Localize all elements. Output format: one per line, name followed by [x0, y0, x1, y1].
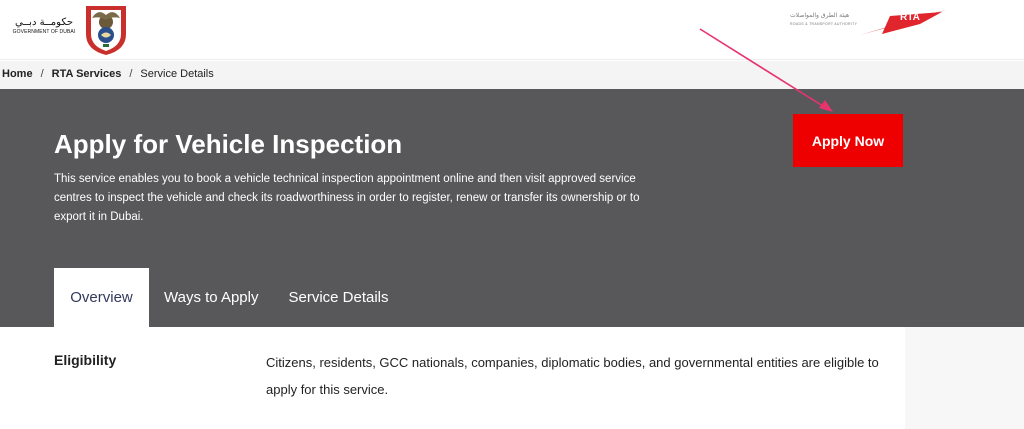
breadcrumb-separator: / — [129, 68, 133, 80]
breadcrumb-current: Service Details — [140, 68, 214, 80]
apply-now-button[interactable]: Apply Now — [793, 114, 903, 167]
rta-logo-english: ROADS & TRANSPORT AUTHORITY — [790, 22, 858, 26]
page-title: Apply for Vehicle Inspection — [54, 129, 403, 159]
service-tabs: Overview Ways to Apply Service Details — [54, 268, 404, 327]
gov-logo-english: GOVERNMENT OF DUBAI — [12, 29, 76, 35]
gov-logo-arabic: حكومــة دبــي — [14, 17, 74, 28]
tab-overview[interactable]: Overview — [54, 268, 149, 327]
breadcrumb-bar: Home / RTA Services / Service Details — [0, 61, 1024, 89]
service-hero: Apply for Vehicle Inspection This servic… — [0, 89, 1024, 327]
government-of-dubai-logo[interactable]: حكومــة دبــي GOVERNMENT OF DUBAI — [6, 4, 130, 56]
overview-panel: Eligibility Citizens, residents, GCC nat… — [54, 327, 905, 429]
breadcrumb: Home / RTA Services / Service Details — [2, 68, 214, 80]
page-background-strip — [905, 327, 1024, 429]
breadcrumb-home[interactable]: Home — [2, 68, 33, 80]
tab-service-details[interactable]: Service Details — [273, 268, 403, 327]
gov-logo-text: حكومــة دبــي GOVERNMENT OF DUBAI — [6, 18, 82, 36]
rta-mark-text: RTA — [900, 12, 920, 23]
eligibility-label: Eligibility — [54, 352, 117, 368]
top-header: حكومــة دبــي GOVERNMENT OF DUBAI هيئة ا… — [0, 0, 1024, 60]
breadcrumb-separator: / — [40, 68, 44, 80]
service-description: This service enables you to book a vehic… — [54, 173, 640, 223]
eligibility-text: Citizens, residents, GCC nationals, comp… — [266, 355, 879, 397]
rta-logo-arabic: هيئة الطرق والمواصلات — [790, 12, 850, 19]
dubai-emblem-icon — [86, 6, 126, 55]
rta-logo[interactable]: هيئة الطرق والمواصلات ROADS & TRANSPORT … — [790, 8, 946, 38]
breadcrumb-rta-services[interactable]: RTA Services — [52, 68, 122, 80]
tab-ways-to-apply[interactable]: Ways to Apply — [149, 268, 273, 327]
